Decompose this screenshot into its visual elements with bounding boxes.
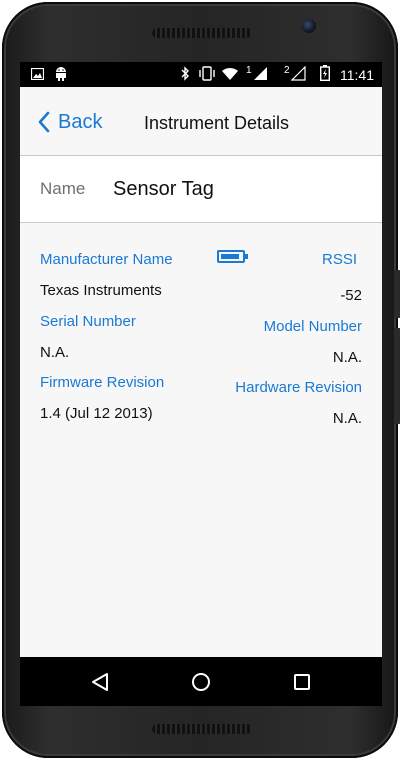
wifi-icon: [221, 66, 239, 86]
back-button-label: Back: [58, 110, 103, 133]
sim1-label: 1: [246, 65, 252, 76]
screen: 1 2 11:41 Back Instrument Details Name S…: [20, 62, 382, 706]
signal-icon: [253, 66, 268, 86]
chevron-left-icon: [38, 111, 50, 133]
navigation-header: Back Instrument Details: [20, 87, 382, 156]
status-bar: 1 2 11:41: [20, 62, 382, 87]
front-camera: [302, 19, 316, 33]
battery-level-fill: [221, 254, 239, 259]
back-button[interactable]: Back: [38, 107, 102, 137]
name-label: Name: [40, 179, 86, 198]
image-icon: [30, 67, 45, 85]
page-title: Instrument Details: [144, 113, 290, 133]
name-value: Sensor Tag: [113, 178, 214, 200]
status-clock: 11:41: [340, 67, 374, 83]
bluetooth-icon: [180, 66, 190, 86]
hardware-revision-label: Hardware Revision: [235, 379, 362, 396]
system-navigation-bar: [20, 657, 382, 706]
serial-number-label: Serial Number: [40, 313, 136, 330]
nav-recents-button[interactable]: [282, 657, 322, 706]
sim2-label: 2: [284, 65, 290, 76]
serial-number-value: N.A.: [40, 344, 70, 361]
hardware-revision-value: N.A.: [332, 410, 362, 427]
firmware-revision-value: 1.4 (Jul 12 2013): [40, 405, 153, 422]
model-number-label: Model Number: [263, 318, 362, 335]
rssi-value: -52: [340, 287, 362, 304]
battery-tip: [245, 254, 248, 259]
firmware-revision-label: Firmware Revision: [40, 374, 165, 391]
recents-square-icon: [294, 673, 310, 690]
battery-icon: [217, 250, 248, 263]
top-speaker-grille: [152, 28, 252, 38]
manufacturer-value: Texas Instruments: [40, 282, 162, 299]
name-row: Name Sensor Tag: [20, 156, 382, 223]
vibrate-icon: [198, 66, 216, 86]
manufacturer-label: Manufacturer Name: [40, 251, 173, 268]
bottom-speaker-grille: [152, 724, 252, 734]
nav-back-button[interactable]: [80, 657, 120, 706]
model-number-value: N.A.: [332, 349, 362, 366]
nav-home-button[interactable]: [181, 657, 221, 706]
rssi-label: RSSI: [321, 251, 357, 268]
signal-2-icon: [290, 65, 306, 86]
android-icon: [55, 66, 67, 86]
back-triangle-icon: [92, 672, 108, 691]
home-circle-icon: [192, 672, 210, 691]
battery-charging-icon: [319, 65, 331, 86]
volume-button: [394, 328, 400, 424]
power-button: [394, 270, 400, 318]
